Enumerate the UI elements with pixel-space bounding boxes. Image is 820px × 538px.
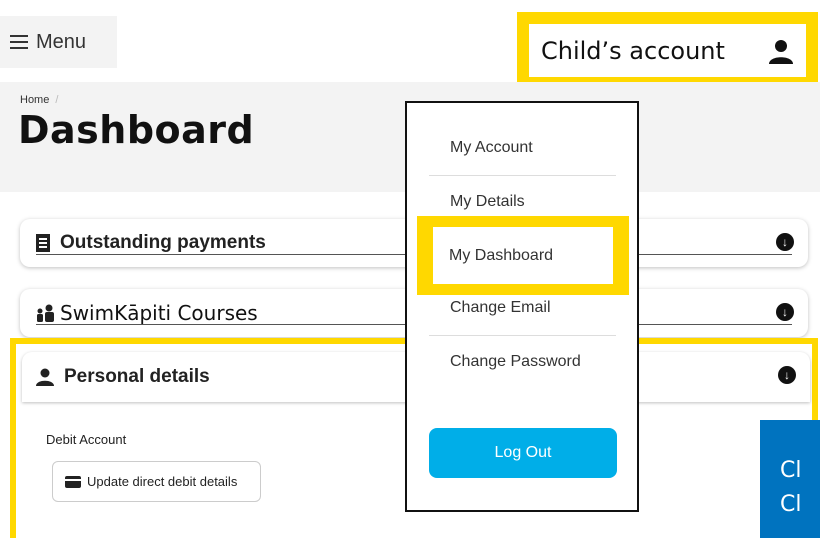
page-title: Dashboard (18, 108, 255, 152)
menu-label: Menu (36, 30, 87, 53)
receipt-icon (36, 234, 50, 252)
dropdown-item-change-email[interactable]: Change Email (450, 299, 551, 317)
debit-account-label: Debit Account (46, 432, 127, 447)
my-dashboard-highlight: My Dashboard (417, 216, 629, 295)
divider (429, 335, 616, 336)
panel-title: Outstanding payments (60, 232, 266, 253)
info-card-line: Cl (780, 458, 802, 483)
update-direct-debit-button[interactable]: Update direct debit details (52, 461, 261, 502)
arrow-down-icon[interactable]: ↓ (776, 233, 794, 251)
account-button[interactable]: Child’s account (529, 24, 806, 77)
account-label: Child’s account (541, 36, 725, 65)
account-dropdown: My Account My Details My Dashboard Chang… (405, 101, 639, 512)
update-button-label: Update direct debit details (87, 474, 238, 489)
breadcrumb-separator: / (55, 94, 59, 106)
breadcrumb: Home / (20, 94, 58, 106)
logout-button[interactable]: Log Out (429, 428, 617, 478)
panel-title: Personal details (64, 366, 210, 387)
swimmer-icon (37, 304, 54, 322)
info-card-line: Cl (780, 492, 802, 517)
account-highlight: Child’s account (517, 12, 818, 89)
dropdown-item-my-dashboard[interactable]: My Dashboard (433, 227, 613, 284)
dropdown-item-my-details[interactable]: My Details (450, 193, 525, 211)
dropdown-item-my-account[interactable]: My Account (450, 139, 533, 157)
breadcrumb-home[interactable]: Home (20, 94, 49, 106)
info-card: Cl Cl (760, 420, 820, 538)
panel-title: SwimKāpiti Courses (60, 301, 258, 325)
menu-button[interactable]: Menu (0, 16, 117, 68)
arrow-down-icon[interactable]: ↓ (778, 366, 796, 384)
user-icon (769, 39, 793, 64)
credit-card-icon (65, 475, 81, 488)
hamburger-icon (10, 35, 28, 49)
arrow-down-icon[interactable]: ↓ (776, 303, 794, 321)
user-icon (36, 368, 54, 386)
divider (429, 175, 616, 176)
dropdown-item-change-password[interactable]: Change Password (450, 353, 581, 371)
